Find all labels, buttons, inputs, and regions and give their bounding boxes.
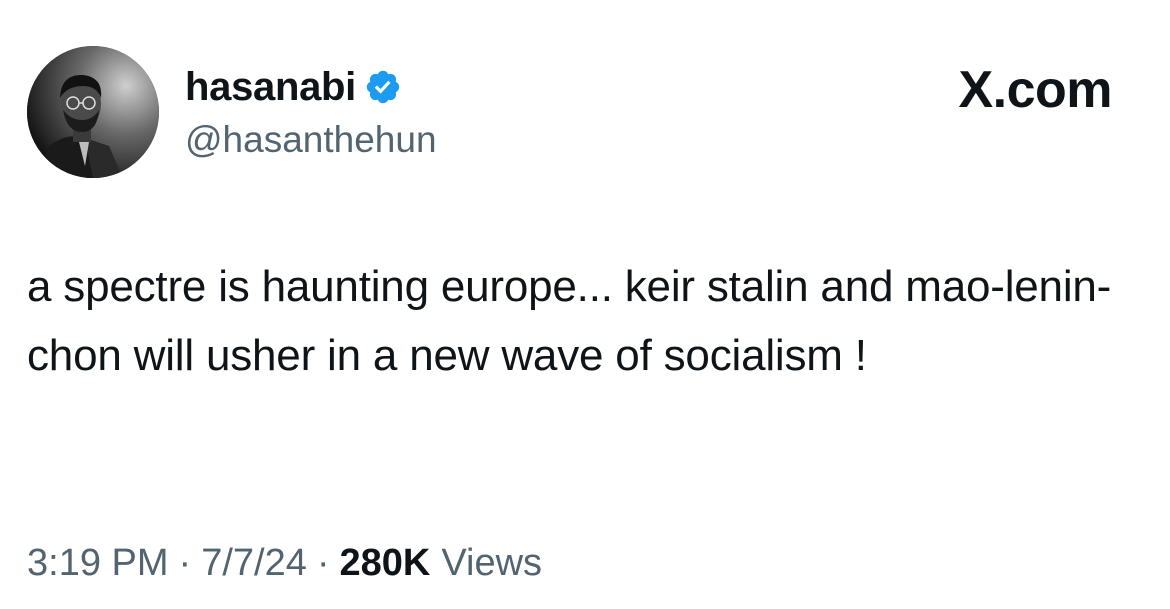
avatar[interactable] [27,46,159,178]
display-name[interactable]: hasanabi [185,62,356,112]
tweet-meta: 3:19 PM · 7/7/24 · 280K Views [27,537,542,589]
brand-text: X.com [958,61,1112,119]
name-row: hasanabi [185,62,402,112]
user-handle[interactable]: @hasanthehun [185,117,437,163]
tweet-card: hasanabi @hasanthehun X.com a spectre is… [0,0,1170,609]
verified-badge-icon [364,68,402,106]
tweet-text: a spectre is haunting europe... keir sta… [27,262,1112,380]
brand-logo: X.com [958,60,1112,120]
tweet-time[interactable]: 3:19 PM [27,542,169,585]
meta-separator: · [316,541,330,584]
avatar-photo [27,46,159,178]
tweet-date[interactable]: 7/7/24 [201,542,307,585]
views-count: 280K [339,541,431,584]
views-label: Views [441,541,543,584]
meta-separator: · [178,541,192,584]
